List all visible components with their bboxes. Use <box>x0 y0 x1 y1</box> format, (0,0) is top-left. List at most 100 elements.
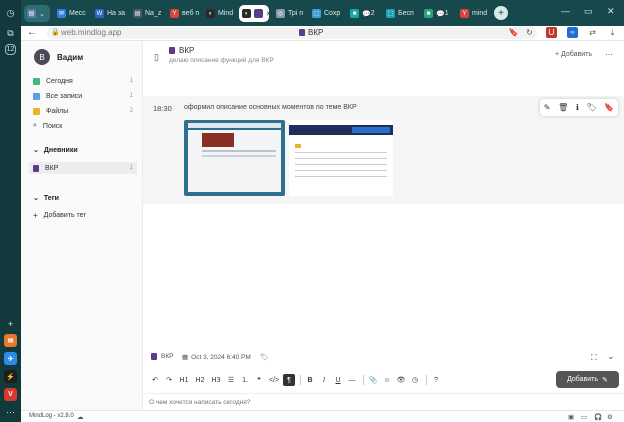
mail-app-icon[interactable]: ✉ <box>4 334 17 347</box>
minimize-icon[interactable]: — <box>561 6 570 16</box>
split-view-icon[interactable]: ▣ <box>568 413 574 421</box>
date-selector[interactable]: ▦ Oct 3, 2024 6:40 PM <box>182 353 251 362</box>
close-icon[interactable]: ✕ <box>266 10 269 18</box>
history-icon[interactable]: ◷ <box>3 6 18 21</box>
tag-icon: 🏷 <box>260 354 269 361</box>
messenger-app-icon[interactable]: ✈ <box>4 352 17 365</box>
tab-active[interactable]: ◐ ✕ <box>239 5 269 22</box>
add-entry-label: Добавить <box>561 51 592 58</box>
notebook-selector[interactable]: ВКР <box>151 353 173 360</box>
tab-label: 2 <box>370 10 375 17</box>
tab-8[interactable]: ■ 💬 2 <box>347 5 381 22</box>
sidebar-item-files[interactable]: Файлы 2 <box>33 105 133 117</box>
attachment-thumbnail[interactable] <box>289 120 393 196</box>
tab-0[interactable]: ▤ ⌄ <box>24 5 50 22</box>
tab-favicon-icon: ▤ <box>27 9 36 18</box>
attachment-icon[interactable]: 📎 <box>367 374 379 386</box>
translate-icon[interactable]: ⇄ <box>587 27 598 38</box>
download-icon[interactable]: ⤓ <box>607 27 618 38</box>
date-label: Oct 3, 2024 6:40 PM <box>191 353 251 361</box>
numbered-list-icon[interactable]: ⒈ <box>239 374 251 386</box>
thumbnail-line <box>295 176 387 177</box>
notebook-icon <box>151 353 157 360</box>
add-tag-button[interactable]: + Добавить тег <box>33 209 133 221</box>
ublock-icon[interactable]: U <box>546 27 557 38</box>
strikethrough-icon[interactable]: — <box>346 374 358 386</box>
vivaldi-app-icon[interactable]: V <box>4 388 17 401</box>
diaries-header[interactable]: ⌄ Дневники <box>33 146 78 155</box>
preview-eye-icon[interactable]: 👁 <box>395 374 407 386</box>
edit-pencil-icon[interactable]: ✎ <box>544 103 551 112</box>
paragraph-icon[interactable]: ¶ <box>283 374 295 386</box>
heading1-button[interactable]: H1 <box>177 374 191 386</box>
notes-app-icon[interactable]: ⚡ <box>4 370 17 383</box>
fullscreen-icon[interactable]: ⛶ <box>591 353 597 363</box>
help-icon[interactable]: ? <box>430 374 442 386</box>
add-panel-icon[interactable]: + <box>3 316 18 331</box>
code-icon[interactable]: </> <box>267 374 281 386</box>
italic-icon[interactable]: I <box>318 374 330 386</box>
headphones-icon[interactable]: 🎧 <box>594 413 602 421</box>
compose-input[interactable] <box>149 399 609 406</box>
cloud-sync-icon[interactable]: ☁ <box>77 413 84 421</box>
clock-icon[interactable]: ◷ <box>409 374 421 386</box>
avatar[interactable]: В <box>34 49 50 65</box>
extension-icon[interactable]: ∞ <box>567 27 578 38</box>
sidebar-item-search[interactable]: ⌕ Поиск <box>33 120 133 132</box>
tab-3[interactable]: ▤ Na_z <box>130 5 164 22</box>
tab-10[interactable]: ■ 💬 1 <box>421 5 455 22</box>
tag-icon[interactable]: 🏷 <box>586 103 596 112</box>
new-tab-button[interactable]: + <box>494 6 508 20</box>
reload-icon[interactable]: ↻ <box>524 27 535 38</box>
bookmark-icon[interactable]: 🔖 <box>508 27 519 38</box>
chevron-down-icon[interactable]: ⌄ <box>607 351 615 362</box>
bold-icon[interactable]: B <box>304 374 316 386</box>
tab-11[interactable]: Y mind <box>457 5 491 22</box>
workspaces-icon[interactable]: ⧉ <box>3 26 18 41</box>
window-close-icon[interactable]: ✕ <box>607 6 615 17</box>
settings-icon[interactable]: ⚙ <box>607 413 613 421</box>
user-name[interactable]: Вадим <box>57 53 83 62</box>
submit-entry-button[interactable]: Добавить ✎ <box>556 371 619 388</box>
bullet-list-icon[interactable]: ☰ <box>225 374 237 386</box>
calendar-icon[interactable]: 12 <box>5 44 16 55</box>
sidebar-item-diary-vkr[interactable]: ВКР 1 <box>29 162 137 174</box>
sidebar-toggle-icon[interactable]: ▯ <box>154 52 159 63</box>
undo-icon[interactable]: ↶ <box>149 374 161 386</box>
heading3-button[interactable]: H3 <box>209 374 223 386</box>
entry-time: 18:30 <box>153 104 172 113</box>
search-icon: ⌕ <box>33 122 37 129</box>
heading2-button[interactable]: H2 <box>193 374 207 386</box>
redo-icon[interactable]: ↷ <box>163 374 175 386</box>
info-icon[interactable]: ℹ <box>576 103 579 112</box>
underline-icon[interactable]: U <box>332 374 344 386</box>
sidebar-item-today[interactable]: Сегодня 1 <box>33 75 133 87</box>
thumbnail-nav <box>352 127 390 133</box>
bookmark-icon[interactable]: 🔖 <box>604 103 614 112</box>
more-options-icon[interactable]: ⋯ <box>605 50 613 59</box>
url-field[interactable]: 🔒 web.mindlog.app ВКР 🔖 ↻ <box>47 27 537 39</box>
diary-title: ВКР <box>179 46 195 55</box>
quote-icon[interactable]: ❝ <box>253 374 265 386</box>
tab-7[interactable]: ⬚ Сохр <box>309 5 345 22</box>
emoji-icon[interactable]: ☺ <box>381 374 393 386</box>
tab-2[interactable]: W На за <box>92 5 126 22</box>
tab-9[interactable]: ⬚ Бесп <box>383 5 419 22</box>
back-arrow-icon[interactable]: ← <box>27 27 37 38</box>
more-icon[interactable]: ⋯ <box>3 405 18 420</box>
tab-4[interactable]: Y веб п <box>167 5 201 22</box>
sidebar-item-all-entries[interactable]: Все записи 1 <box>33 90 133 102</box>
chevron-down-icon: ⌄ <box>33 195 39 202</box>
tab-5[interactable]: ◐ Mind <box>203 5 237 22</box>
entry-card[interactable]: 18:30 оформил описание основных моментов… <box>143 96 624 204</box>
tag-selector[interactable]: 🏷 <box>260 353 268 361</box>
tab-6[interactable]: ◎ Трі п <box>273 5 307 22</box>
tab-1[interactable]: ✉ Месс <box>54 5 90 22</box>
tags-header[interactable]: ⌄ Теги <box>33 194 59 203</box>
maximize-icon[interactable]: ▭ <box>584 6 593 17</box>
folder-icon <box>33 107 40 115</box>
layout-icon[interactable]: ▭ <box>581 413 587 421</box>
attachment-thumbnail[interactable] <box>184 120 285 196</box>
add-entry-button[interactable]: + Добавить <box>555 51 592 58</box>
trash-icon[interactable]: 🗑 <box>558 103 568 112</box>
